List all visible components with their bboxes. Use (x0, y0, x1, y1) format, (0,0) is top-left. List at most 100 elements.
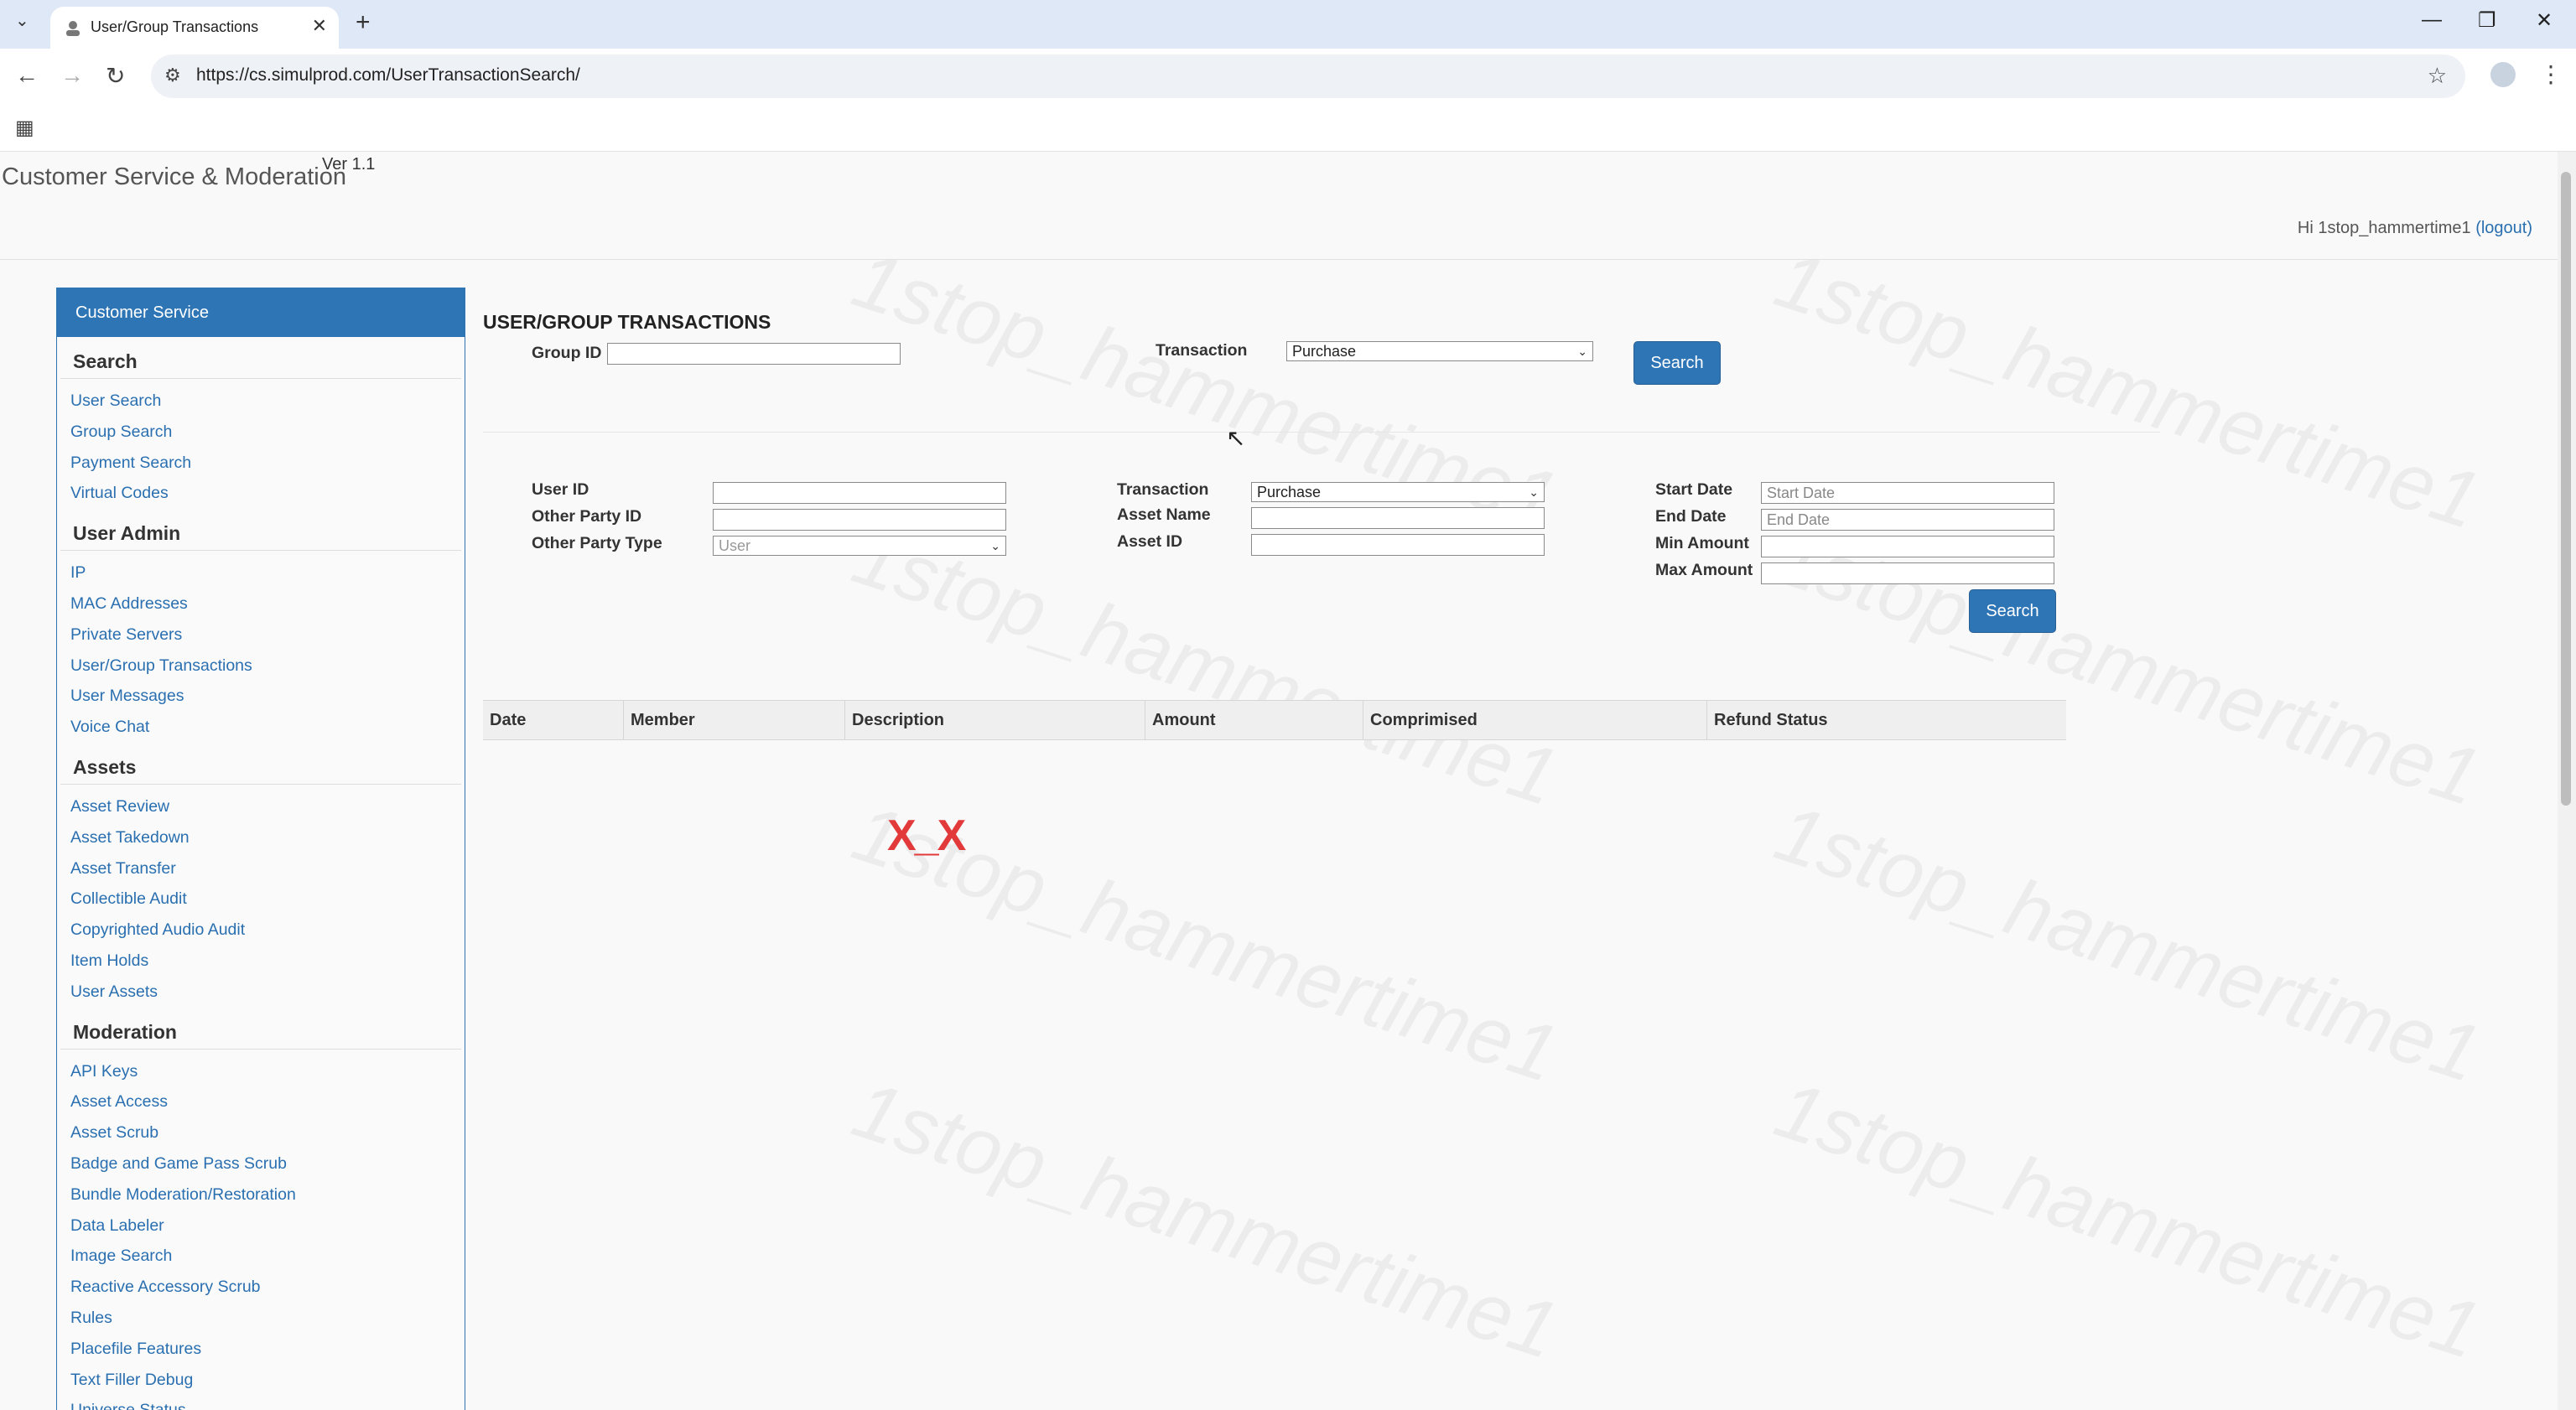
sidebar-item-image-search[interactable]: Image Search (57, 1241, 465, 1272)
asset-name-input[interactable] (1251, 507, 1545, 529)
browser-menu-icon[interactable]: ⋮ (2539, 60, 2563, 88)
sidebar-item-placefile-features[interactable]: Placefile Features (57, 1334, 465, 1365)
asset-id-input[interactable] (1251, 534, 1545, 556)
sidebar-item-voice-chat[interactable]: Voice Chat (57, 712, 465, 743)
bookmarks-bar: ▦ (0, 106, 2576, 152)
asset-id-label: Asset ID (1117, 532, 1183, 551)
sidebar-item-reactive-accessory-scrub[interactable]: Reactive Accessory Scrub (57, 1272, 465, 1303)
user-search-button[interactable]: Search (1969, 589, 2056, 633)
chevron-down-icon: ⌄ (990, 539, 1000, 552)
user-transaction-value: Purchase (1257, 484, 1322, 500)
sidebar-item-bundle-moderation[interactable]: Bundle Moderation/Restoration (57, 1179, 465, 1210)
group-id-label: Group ID (532, 344, 602, 362)
page-title: USER/GROUP TRANSACTIONS (483, 311, 771, 333)
sidebar-item-asset-review[interactable]: Asset Review (57, 791, 465, 822)
sidebar-item-collectible-audit[interactable]: Collectible Audit (57, 884, 465, 915)
sidebar-section-user-admin: User Admin (60, 509, 461, 552)
sidebar-item-user-search[interactable]: User Search (57, 386, 465, 417)
sidebar-section-assets: Assets (60, 743, 461, 785)
sidebar-item-user-group-transactions[interactable]: User/Group Transactions (57, 651, 465, 682)
sidebar-item-text-filler-debug[interactable]: Text Filler Debug (57, 1365, 465, 1396)
max-amount-input[interactable] (1761, 562, 2054, 584)
sidebar-item-asset-transfer[interactable]: Asset Transfer (57, 853, 465, 884)
end-date-placeholder: End Date (1767, 511, 1831, 528)
sidebar-item-virtual-codes[interactable]: Virtual Codes (57, 478, 465, 509)
column-header-refund-status[interactable]: Refund Status (1707, 701, 2066, 739)
end-date-label: End Date (1655, 507, 1727, 526)
start-date-placeholder: Start Date (1767, 485, 1836, 501)
other-party-type-label: Other Party Type (532, 534, 662, 552)
tab-search-icon[interactable]: ⌄ (15, 10, 29, 31)
bookmark-star-icon[interactable]: ☆ (2428, 63, 2447, 89)
other-party-id-input[interactable] (713, 509, 1006, 531)
chevron-down-icon: ⌄ (1529, 485, 1539, 499)
address-bar[interactable]: ⚙ https://cs.simulprod.com/UserTransacti… (151, 54, 2465, 98)
browser-toolbar: ← → ↻ ⚙ https://cs.simulprod.com/UserTra… (0, 49, 2576, 106)
column-header-date[interactable]: Date (483, 701, 624, 739)
main-content: USER/GROUP TRANSACTIONS Group ID Transac… (483, 152, 2554, 1409)
user-id-label: User ID (532, 480, 589, 499)
column-header-comprimised[interactable]: Comprimised (1363, 701, 1707, 739)
tab-title: User/Group Transactions (91, 18, 259, 35)
sidebar-item-asset-access[interactable]: Asset Access (57, 1086, 465, 1117)
min-amount-input[interactable] (1761, 536, 2054, 557)
results-table-header: Date Member Description Amount Comprimis… (483, 700, 2066, 740)
start-date-input[interactable]: Start Date (1761, 482, 2054, 504)
form-divider (483, 432, 2160, 433)
minimize-icon[interactable]: — (2422, 8, 2442, 32)
column-header-amount[interactable]: Amount (1145, 701, 1363, 739)
sidebar-item-badge-game-pass-scrub[interactable]: Badge and Game Pass Scrub (57, 1148, 465, 1179)
sidebar-item-asset-scrub[interactable]: Asset Scrub (57, 1117, 465, 1148)
other-party-type-value: User (719, 537, 751, 554)
sidebar-section-moderation: Moderation (60, 1008, 461, 1050)
forward-icon[interactable]: → (60, 62, 84, 89)
sidebar-item-private-servers[interactable]: Private Servers (57, 619, 465, 651)
sidebar-item-copyrighted-audio-audit[interactable]: Copyrighted Audio Audit (57, 915, 465, 946)
chevron-down-icon: ⌄ (1577, 345, 1587, 358)
other-party-id-label: Other Party ID (532, 507, 642, 526)
tab-close-icon[interactable]: ✕ (312, 15, 327, 37)
sidebar-item-mac-addresses[interactable]: MAC Addresses (57, 588, 465, 619)
site-info-icon[interactable]: ⚙ (164, 65, 181, 86)
profile-avatar[interactable] (2490, 62, 2516, 87)
end-date-input[interactable]: End Date (1761, 509, 2054, 531)
sidebar-item-asset-takedown[interactable]: Asset Takedown (57, 822, 465, 853)
column-header-description[interactable]: Description (845, 701, 1145, 739)
window-close-icon[interactable]: ✕ (2536, 8, 2553, 33)
user-transaction-label: Transaction (1117, 480, 1209, 499)
sidebar-item-data-labeler[interactable]: Data Labeler (57, 1210, 465, 1242)
max-amount-label: Max Amount (1655, 561, 1753, 579)
column-header-member[interactable]: Member (624, 701, 845, 739)
user-id-input[interactable] (713, 482, 1006, 504)
sidebar-item-group-search[interactable]: Group Search (57, 417, 465, 448)
asset-name-label: Asset Name (1117, 505, 1211, 524)
sidebar: Customer Service Search User Search Grou… (56, 288, 465, 1410)
restore-icon[interactable]: ❐ (2478, 8, 2496, 33)
user-transaction-select[interactable]: Purchase ⌄ (1251, 482, 1545, 502)
sidebar-item-payment-search[interactable]: Payment Search (57, 448, 465, 479)
page-scrollbar[interactable] (2558, 152, 2576, 1410)
group-transaction-select[interactable]: Purchase ⌄ (1286, 341, 1593, 361)
browser-tab[interactable]: User/Group Transactions ✕ (50, 7, 339, 49)
group-search-button[interactable]: Search (1633, 341, 1721, 385)
reload-icon[interactable]: ↻ (106, 62, 125, 90)
sidebar-item-ip[interactable]: IP (57, 557, 465, 588)
group-transaction-label: Transaction (1156, 341, 1248, 360)
sidebar-item-api-keys[interactable]: API Keys (57, 1056, 465, 1087)
version-label: Ver 1.1 (322, 155, 376, 174)
sidebar-item-universe-status[interactable]: Universe Status (57, 1395, 465, 1410)
sidebar-item-user-assets[interactable]: User Assets (57, 977, 465, 1008)
sidebar-item-rules[interactable]: Rules (57, 1303, 465, 1334)
new-tab-icon[interactable]: + (356, 8, 371, 37)
scrollbar-thumb[interactable] (2561, 172, 2571, 806)
sidebar-item-user-messages[interactable]: User Messages (57, 681, 465, 712)
min-amount-label: Min Amount (1655, 534, 1749, 552)
mouse-cursor-icon: ↖ (1226, 425, 1246, 451)
apps-grid-icon[interactable]: ▦ (15, 116, 34, 140)
group-id-input[interactable] (607, 343, 901, 365)
url-text[interactable]: https://cs.simulprod.com/UserTransaction… (196, 65, 580, 86)
back-icon[interactable]: ← (15, 62, 39, 89)
sidebar-item-item-holds[interactable]: Item Holds (57, 946, 465, 977)
other-party-type-select[interactable]: User ⌄ (713, 536, 1006, 556)
page-content: 1stop_hammertime1 1stop_hammertime1 1sto… (0, 152, 2558, 1410)
